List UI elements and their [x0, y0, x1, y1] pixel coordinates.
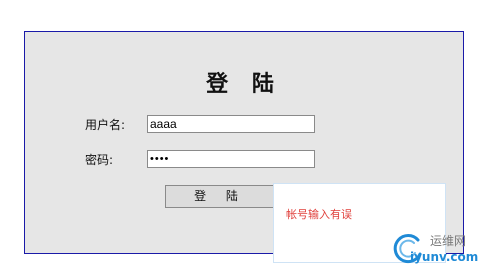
password-input[interactable]: •••• — [147, 150, 315, 168]
username-input[interactable]: aaaa — [147, 115, 315, 133]
watermark-name: 运维网 — [430, 234, 467, 248]
watermark-url: iyunv.com — [410, 250, 479, 264]
page: 登 陆 用户名: aaaa 密码: •••• 登 陆 帐号输入有误 运维网 iy… — [0, 0, 494, 275]
login-button[interactable]: 登 陆 — [165, 185, 275, 208]
error-message: 帐号输入有误 — [286, 208, 352, 221]
watermark-logo: 运维网 iyunv.com — [390, 228, 494, 272]
username-label: 用户名: — [85, 117, 126, 132]
username-row: 用户名: aaaa — [85, 114, 315, 134]
password-row: 密码: •••• — [85, 149, 315, 169]
password-label: 密码: — [85, 152, 114, 167]
page-title: 登 陆 — [206, 72, 282, 97]
